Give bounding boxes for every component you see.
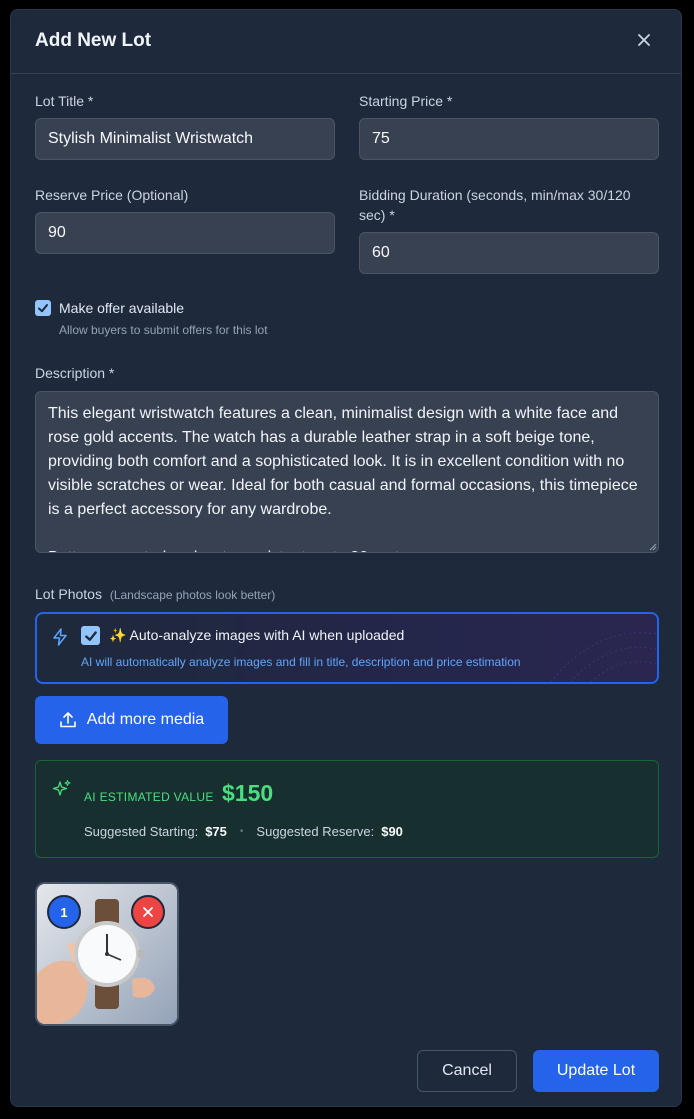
starting-price-label: Starting Price * <box>359 93 453 109</box>
add-media-label: Add more media <box>86 711 205 728</box>
update-lot-button[interactable]: Update Lot <box>533 1050 659 1092</box>
modal-header: Add New Lot <box>11 10 681 74</box>
photo-order-badge: 1 <box>47 895 81 929</box>
ai-estimate-panel: AI ESTIMATED VALUE $150 Suggested Starti… <box>35 760 659 858</box>
separator-dot: • <box>239 826 244 837</box>
description-textarea[interactable]: This elegant wristwatch features a clean… <box>35 391 659 553</box>
lot-title-label: Lot Title * <box>35 93 94 109</box>
upload-icon <box>59 712 76 728</box>
ai-analyze-checkbox[interactable] <box>81 626 100 645</box>
resize-handle-icon[interactable] <box>649 543 657 551</box>
suggested-starting-label: Suggested Starting: <box>84 824 199 839</box>
remove-photo-button[interactable] <box>131 895 165 929</box>
photo-thumbnail[interactable]: 1 <box>35 882 179 1026</box>
make-offer-checkbox[interactable] <box>35 300 51 316</box>
bidding-duration-label-cont: sec) * <box>359 207 395 223</box>
remove-photo-icon <box>143 907 153 917</box>
estimate-label: AI ESTIMATED VALUE <box>84 790 214 804</box>
suggested-prices: Suggested Starting: $75 • Suggested Rese… <box>84 824 403 839</box>
lightning-icon <box>53 628 67 646</box>
make-offer-help: Allow buyers to submit offers for this l… <box>59 323 268 337</box>
cancel-button[interactable]: Cancel <box>417 1050 517 1092</box>
lot-photos-label: Lot Photos (Landscape photos look better… <box>35 584 275 605</box>
lot-photos-title: Lot Photos <box>35 586 102 602</box>
reserve-price-input[interactable] <box>35 212 335 254</box>
estimate-value: $150 <box>222 780 274 806</box>
lot-title-input[interactable] <box>35 118 335 160</box>
sparkles-icon <box>52 780 71 796</box>
suggested-reserve-value: $90 <box>381 824 403 839</box>
check-icon <box>38 304 48 313</box>
modal-title: Add New Lot <box>35 30 152 51</box>
suggested-reserve-label: Suggested Reserve: <box>256 824 375 839</box>
reserve-price-label: Reserve Price (Optional) <box>35 187 189 203</box>
suggested-starting-value: $75 <box>205 824 227 839</box>
close-icon <box>638 34 650 46</box>
ai-analyze-panel: ✨ Auto-analyze images with AI when uploa… <box>35 612 659 684</box>
lot-photos-hint: (Landscape photos look better) <box>109 588 276 602</box>
description-label: Description * <box>35 365 115 381</box>
add-lot-modal: Add New Lot Lot Title * Starting Price *… <box>10 9 682 1107</box>
bidding-duration-input[interactable] <box>359 232 659 274</box>
check-icon <box>84 630 97 641</box>
ai-analyze-label: ✨ Auto-analyze images with AI when uploa… <box>109 627 405 643</box>
ai-analyze-help: AI will automatically analyze images and… <box>81 655 521 669</box>
wave-pattern-decoration <box>549 632 657 682</box>
add-media-button[interactable]: Add more media <box>35 696 228 744</box>
make-offer-label: Make offer available <box>59 300 185 316</box>
bidding-duration-label: Bidding Duration (seconds, min/max 30/12… <box>359 187 631 203</box>
close-button[interactable] <box>633 29 655 51</box>
starting-price-input[interactable] <box>359 118 659 160</box>
